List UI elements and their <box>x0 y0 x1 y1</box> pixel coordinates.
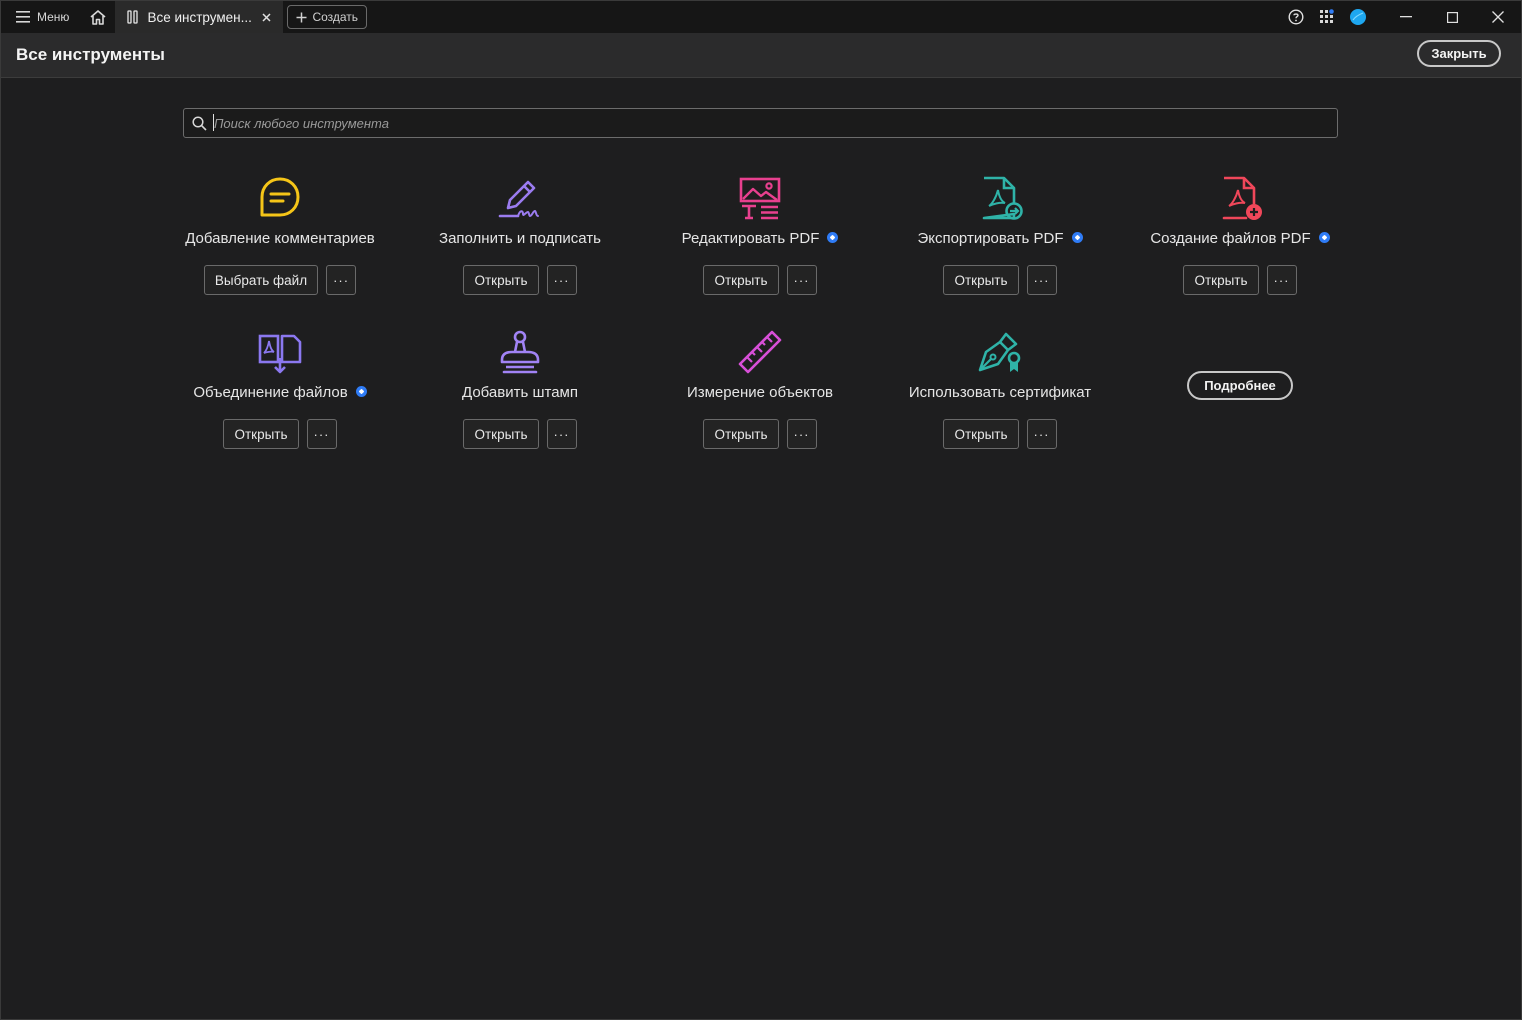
select-file-button[interactable]: Выбрать файл <box>203 265 319 295</box>
tool-name: Измерение объектов <box>686 384 834 401</box>
export-pdf-icon <box>982 176 1023 220</box>
more-options-button[interactable]: ··· <box>1266 265 1297 295</box>
tool-actions: Открыть ··· <box>1120 265 1360 295</box>
more-options-button[interactable]: ··· <box>1026 265 1057 295</box>
menu-button[interactable]: Меню <box>1 1 81 33</box>
comment-icon <box>260 177 300 217</box>
tool-name: Экспортировать PDF <box>880 230 1120 247</box>
search-icon <box>192 116 207 131</box>
minimize-button[interactable] <box>1383 1 1429 33</box>
tool-actions: Открыть ··· <box>160 419 400 449</box>
more-options-button[interactable]: ··· <box>546 419 577 449</box>
open-button[interactable]: Открыть <box>223 419 299 449</box>
tools-tab-icon <box>127 10 139 24</box>
premium-badge-icon <box>1318 232 1330 243</box>
plus-icon <box>296 12 307 22</box>
close-tools-button[interactable]: Закрыть <box>1417 40 1501 67</box>
home-icon <box>90 9 106 25</box>
tool-actions: Выбрать файл ··· <box>160 265 400 295</box>
app-window <box>0 0 1522 1020</box>
premium-badge-icon <box>1071 232 1083 243</box>
open-button[interactable]: Открыть <box>463 265 539 295</box>
tab-label: Все инструмен... <box>147 9 252 25</box>
tab-all-tools[interactable]: Все инструмен... <box>115 1 284 33</box>
more-options-button[interactable]: ··· <box>786 419 817 449</box>
more-options-button[interactable]: ··· <box>546 265 577 295</box>
more-info-button[interactable]: Подробнее <box>1187 371 1293 400</box>
window-close-button[interactable] <box>1475 1 1521 33</box>
tool-actions: Открыть ··· <box>880 265 1120 295</box>
tool-name: Использовать сертификат <box>908 384 1092 401</box>
maximize-icon <box>1446 11 1458 23</box>
search-input[interactable] <box>214 109 1314 137</box>
tool-name: Создание файлов PDF <box>1120 230 1360 247</box>
tool-actions: Открыть ··· <box>640 265 880 295</box>
tool-actions: Открыть ··· <box>400 265 640 295</box>
create-button[interactable]: Создать <box>287 5 368 29</box>
hamburger-icon <box>16 11 30 23</box>
search-box <box>183 108 1338 138</box>
maximize-button[interactable] <box>1429 1 1475 33</box>
more-options-button[interactable]: ··· <box>1026 419 1057 449</box>
create-label: Создать <box>312 10 359 24</box>
title-bar: Меню Все инструмен... Создать <box>1 1 1521 33</box>
page-title: Все инструменты <box>16 45 165 64</box>
premium-badge-icon <box>827 232 839 243</box>
titlebar-controls <box>1280 1 1521 33</box>
apps-grid-icon[interactable] <box>1311 1 1342 33</box>
tool-name: Редактировать PDF <box>640 230 880 247</box>
create-pdf-icon <box>1222 176 1262 220</box>
text-caret <box>213 114 214 131</box>
stamp-icon <box>500 330 540 374</box>
combine-files-icon <box>258 334 302 374</box>
open-button[interactable]: Открыть <box>463 419 539 449</box>
tool-name: Заполнить и подписать <box>439 230 601 247</box>
open-button[interactable]: Открыть <box>943 265 1019 295</box>
avatar[interactable] <box>1342 1 1373 33</box>
tool-actions: Открыть ··· <box>880 419 1120 449</box>
more-options-button[interactable]: ··· <box>326 265 357 295</box>
open-button[interactable]: Открыть <box>943 419 1019 449</box>
more-options-button[interactable]: ··· <box>306 419 337 449</box>
open-button[interactable]: Открыть <box>703 419 779 449</box>
help-icon[interactable] <box>1280 1 1311 33</box>
ruler-icon <box>738 330 782 374</box>
tool-name: Объединение файлов <box>160 384 400 401</box>
tool-actions: Открыть ··· <box>400 419 640 449</box>
more-options-button[interactable]: ··· <box>786 265 817 295</box>
open-button[interactable]: Открыть <box>703 265 779 295</box>
home-button[interactable] <box>81 1 115 33</box>
fill-sign-icon <box>498 180 539 218</box>
menu-label: Меню <box>37 10 70 24</box>
tool-name: Добавить штамп <box>462 384 578 401</box>
tool-actions: Открыть ··· <box>640 419 880 449</box>
certificate-icon <box>978 332 1021 372</box>
tool-name: Добавление комментариев <box>185 230 375 247</box>
premium-badge-icon <box>355 386 367 397</box>
page-header: Все инструменты Закрыть <box>1 33 1521 78</box>
tab-close-icon[interactable] <box>259 10 273 24</box>
open-button[interactable]: Открыть <box>1183 265 1259 295</box>
minimize-icon <box>1400 16 1412 18</box>
edit-pdf-icon <box>739 177 781 220</box>
close-icon <box>1492 11 1504 23</box>
